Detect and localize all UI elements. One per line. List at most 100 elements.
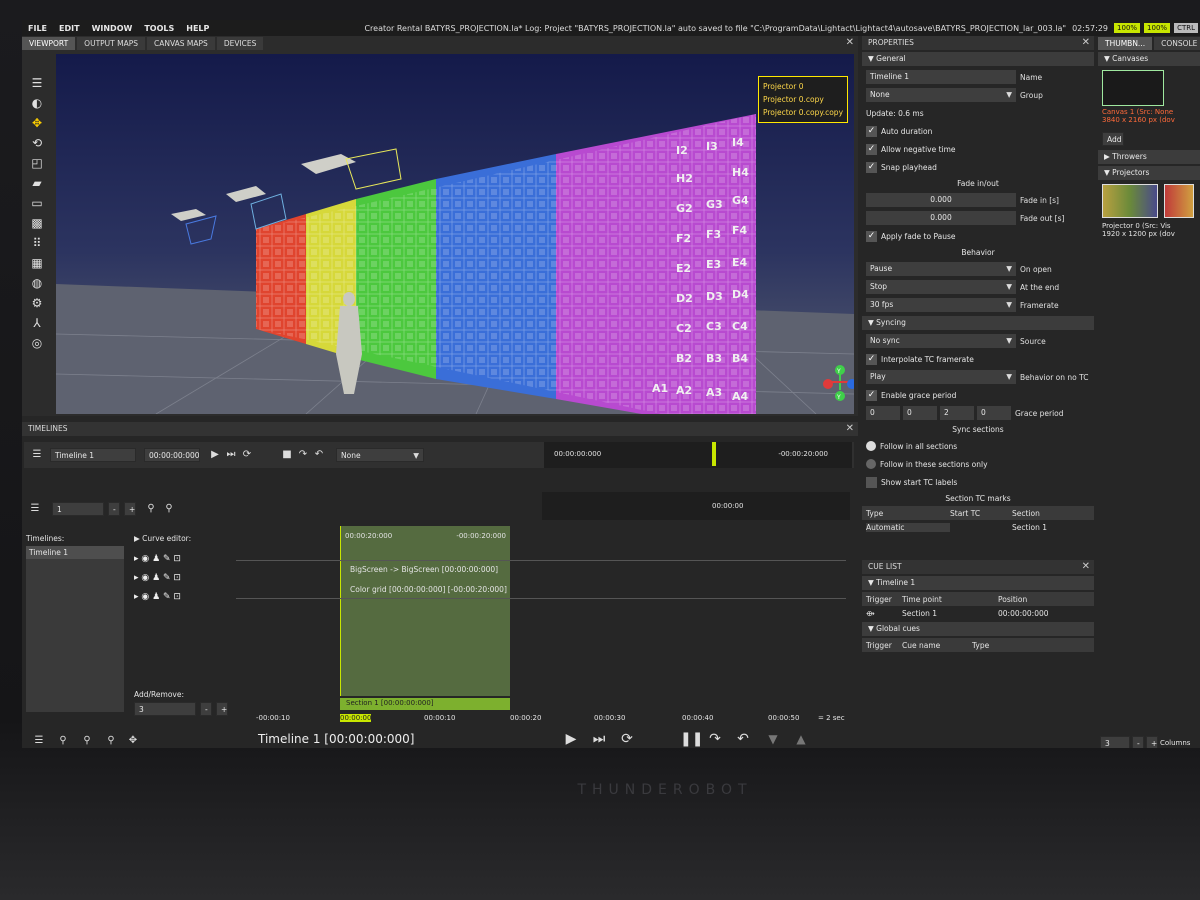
tab-devices[interactable]: DEVICES: [216, 37, 264, 50]
play-icon[interactable]: ▶: [564, 732, 578, 746]
layer-row[interactable]: ▸ ◉ ♟ ✎ ⊡: [134, 588, 234, 607]
orbit-icon[interactable]: ◎: [30, 336, 44, 350]
add-field[interactable]: 3: [134, 702, 196, 716]
projector-thumbnail[interactable]: [1102, 184, 1158, 218]
follow-all-radio[interactable]: [866, 441, 876, 451]
grace-input[interactable]: 0: [977, 406, 1011, 420]
follow-these-radio[interactable]: [866, 459, 876, 469]
no-tc-select[interactable]: Play ▼: [866, 370, 1016, 384]
snap-playhead-checkbox[interactable]: ✓: [866, 161, 877, 173]
pause-icon[interactable]: ❚❚: [680, 732, 703, 746]
zoom-plus-button[interactable]: +: [124, 502, 136, 516]
loop-icon[interactable]: ⟳: [240, 448, 254, 462]
group-select[interactable]: None ▼: [336, 448, 424, 462]
add-button[interactable]: Add: [1102, 132, 1124, 146]
down-icon[interactable]: ▼: [766, 732, 780, 746]
columns-minus-button[interactable]: -: [1132, 736, 1144, 748]
close-icon[interactable]: ✕: [1082, 37, 1090, 48]
grace-checkbox[interactable]: ✓: [866, 389, 877, 401]
auto-duration-checkbox[interactable]: ✓: [866, 125, 877, 137]
columns-field[interactable]: 3: [1100, 736, 1130, 748]
tab-canvas-maps[interactable]: CANVAS MAPS: [147, 37, 215, 50]
table-row[interactable]: ⟴ Section 1 00:00:00:000: [862, 606, 1094, 620]
layer-row[interactable]: ▸ ◉ ♟ ✎ ⊡: [134, 550, 234, 569]
tab-output-maps[interactable]: OUTPUT MAPS: [77, 37, 146, 50]
projectors-header[interactable]: ▼ Projectors: [1098, 166, 1200, 180]
globe-icon[interactable]: ◍: [30, 276, 44, 290]
canvas-thumbnail[interactable]: [1102, 70, 1164, 106]
fade-out-input[interactable]: 0.000: [866, 211, 1016, 225]
zoom-out-icon[interactable]: ⚲: [162, 502, 176, 516]
3d-scene[interactable]: I2 I3 I4 H2 H4 G2 G3 G4 F2 F3 F4 E2 E3 E4 D2 D3 D4 …: [56, 54, 854, 414]
fade-in-input[interactable]: 0.000: [866, 193, 1016, 207]
add-button[interactable]: +: [216, 702, 228, 716]
forward-icon[interactable]: ↷: [708, 732, 722, 746]
menu-edit[interactable]: EDIT: [53, 24, 86, 33]
next-icon[interactable]: ⏭: [224, 448, 238, 462]
mini-ruler[interactable]: 00:00:00:000 -00:00:20:000: [544, 442, 852, 468]
grace-input[interactable]: 2: [940, 406, 974, 420]
axes-icon[interactable]: ⅄: [30, 316, 44, 330]
curve-editor-label[interactable]: ▶ Curve editor:: [134, 534, 191, 543]
camera-icon[interactable]: ▭: [30, 196, 44, 210]
grace-input[interactable]: 0: [866, 406, 900, 420]
zoom-minus-button[interactable]: -: [108, 502, 120, 516]
menu-window[interactable]: WINDOW: [86, 24, 139, 33]
upper-ruler[interactable]: 00:00:00: [542, 492, 850, 520]
pan-icon[interactable]: ✥: [126, 734, 140, 748]
menu-icon[interactable]: ☰: [32, 734, 46, 748]
global-cues-header[interactable]: ▼ Global cues: [862, 622, 1094, 636]
throwers-header[interactable]: ▶ Throwers: [1098, 150, 1200, 164]
zoom-in-icon[interactable]: ⚲: [56, 734, 70, 748]
timecode-field[interactable]: 00:00:00:000: [144, 448, 200, 462]
menu-file[interactable]: FILE: [22, 24, 53, 33]
zoom-out-icon[interactable]: ⚲: [80, 734, 94, 748]
group-select[interactable]: None ▼: [866, 88, 1016, 102]
clip-block[interactable]: 00:00:20:000 -00:00:20:000: [340, 526, 510, 696]
projector-thumbnail[interactable]: [1164, 184, 1194, 218]
forward-icon[interactable]: ↷: [296, 448, 310, 462]
tab-console[interactable]: CONSOLE: [1154, 37, 1200, 50]
canvases-header[interactable]: ▼ Canvases: [1098, 52, 1200, 66]
grid-icon[interactable]: ⠿: [30, 236, 44, 250]
projector-item[interactable]: Projector 0.copy.copy: [763, 106, 843, 119]
section-general[interactable]: ▼ General: [862, 52, 1094, 66]
menu-icon[interactable]: ☰: [30, 76, 44, 90]
section-syncing[interactable]: ▼ Syncing: [862, 316, 1094, 330]
section-bar[interactable]: Section 1 [00:00:00:000]: [340, 698, 510, 710]
show-tc-checkbox[interactable]: [866, 476, 877, 488]
next-icon[interactable]: ⏭: [592, 732, 606, 746]
cue-timeline-header[interactable]: ▼ Timeline 1: [862, 576, 1094, 590]
close-icon[interactable]: ✕: [1082, 561, 1090, 572]
close-icon[interactable]: ✕: [846, 37, 854, 48]
clip-row[interactable]: Color grid [00:00:00:000] [-00:00:20:000…: [350, 585, 507, 594]
scale-icon[interactable]: ◰: [30, 156, 44, 170]
stop-icon[interactable]: ■: [280, 448, 294, 462]
source-select[interactable]: No sync ▼: [866, 334, 1016, 348]
loop-icon[interactable]: ⟳: [620, 732, 634, 746]
close-icon[interactable]: ✕: [846, 423, 854, 434]
on-open-select[interactable]: Pause ▼: [866, 262, 1016, 276]
tab-viewport[interactable]: VIEWPORT: [22, 37, 76, 50]
projector-item[interactable]: Projector 0: [763, 80, 843, 93]
menu-icon[interactable]: ☰: [30, 448, 44, 462]
rewind-icon[interactable]: ↶: [312, 448, 326, 462]
list-item[interactable]: Timeline 1: [26, 546, 124, 559]
checker-icon[interactable]: ▦: [30, 256, 44, 270]
menu-help[interactable]: HELP: [180, 24, 215, 33]
name-input[interactable]: Timeline 1: [866, 70, 1016, 84]
grace-input[interactable]: 0: [903, 406, 937, 420]
tab-thumbnails[interactable]: THUMBN...: [1098, 37, 1153, 50]
fit-icon[interactable]: ⚲: [104, 734, 118, 748]
bottom-ruler[interactable]: -00:00:10 00:00:00 00:00:10 00:00:20 00:…: [248, 712, 858, 726]
up-icon[interactable]: ▲: [794, 732, 808, 746]
clip-row[interactable]: BigScreen -> BigScreen [00:00:00:000]: [350, 565, 498, 574]
interpolate-checkbox[interactable]: ✓: [866, 353, 877, 365]
zoom-field[interactable]: 1: [52, 502, 104, 516]
magnet-icon[interactable]: ◐: [30, 96, 44, 110]
rewind-icon[interactable]: ↶: [736, 732, 750, 746]
projector-item[interactable]: Projector 0.copy: [763, 93, 843, 106]
settings-icon[interactable]: ⚙: [30, 296, 44, 310]
layer-row[interactable]: ▸ ◉ ♟ ✎ ⊡: [134, 569, 234, 588]
menu-tools[interactable]: TOOLS: [138, 24, 180, 33]
